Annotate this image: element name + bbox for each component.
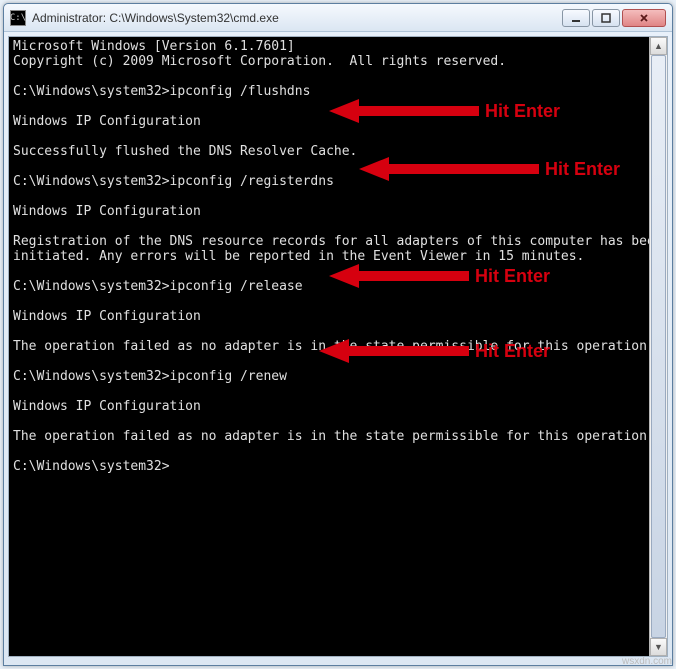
scroll-thumb[interactable] bbox=[651, 55, 666, 638]
scroll-down-button[interactable]: ▼ bbox=[650, 638, 667, 656]
scroll-track[interactable] bbox=[650, 55, 667, 638]
minimize-button[interactable] bbox=[562, 9, 590, 27]
maximize-button[interactable] bbox=[592, 9, 620, 27]
window-title: Administrator: C:\Windows\System32\cmd.e… bbox=[32, 11, 279, 25]
cmd-window: C:\ Administrator: C:\Windows\System32\c… bbox=[3, 3, 673, 666]
scroll-up-button[interactable]: ▲ bbox=[650, 37, 667, 55]
titlebar[interactable]: C:\ Administrator: C:\Windows\System32\c… bbox=[4, 4, 672, 32]
close-button[interactable] bbox=[622, 9, 666, 27]
watermark: wsxdn.com bbox=[622, 656, 672, 667]
window-buttons bbox=[562, 9, 666, 27]
scrollbar[interactable]: ▲ ▼ bbox=[649, 37, 667, 656]
console-frame: Microsoft Windows [Version 6.1.7601] Cop… bbox=[8, 36, 668, 657]
cmd-icon: C:\ bbox=[10, 10, 26, 26]
console-output[interactable]: Microsoft Windows [Version 6.1.7601] Cop… bbox=[9, 37, 667, 656]
